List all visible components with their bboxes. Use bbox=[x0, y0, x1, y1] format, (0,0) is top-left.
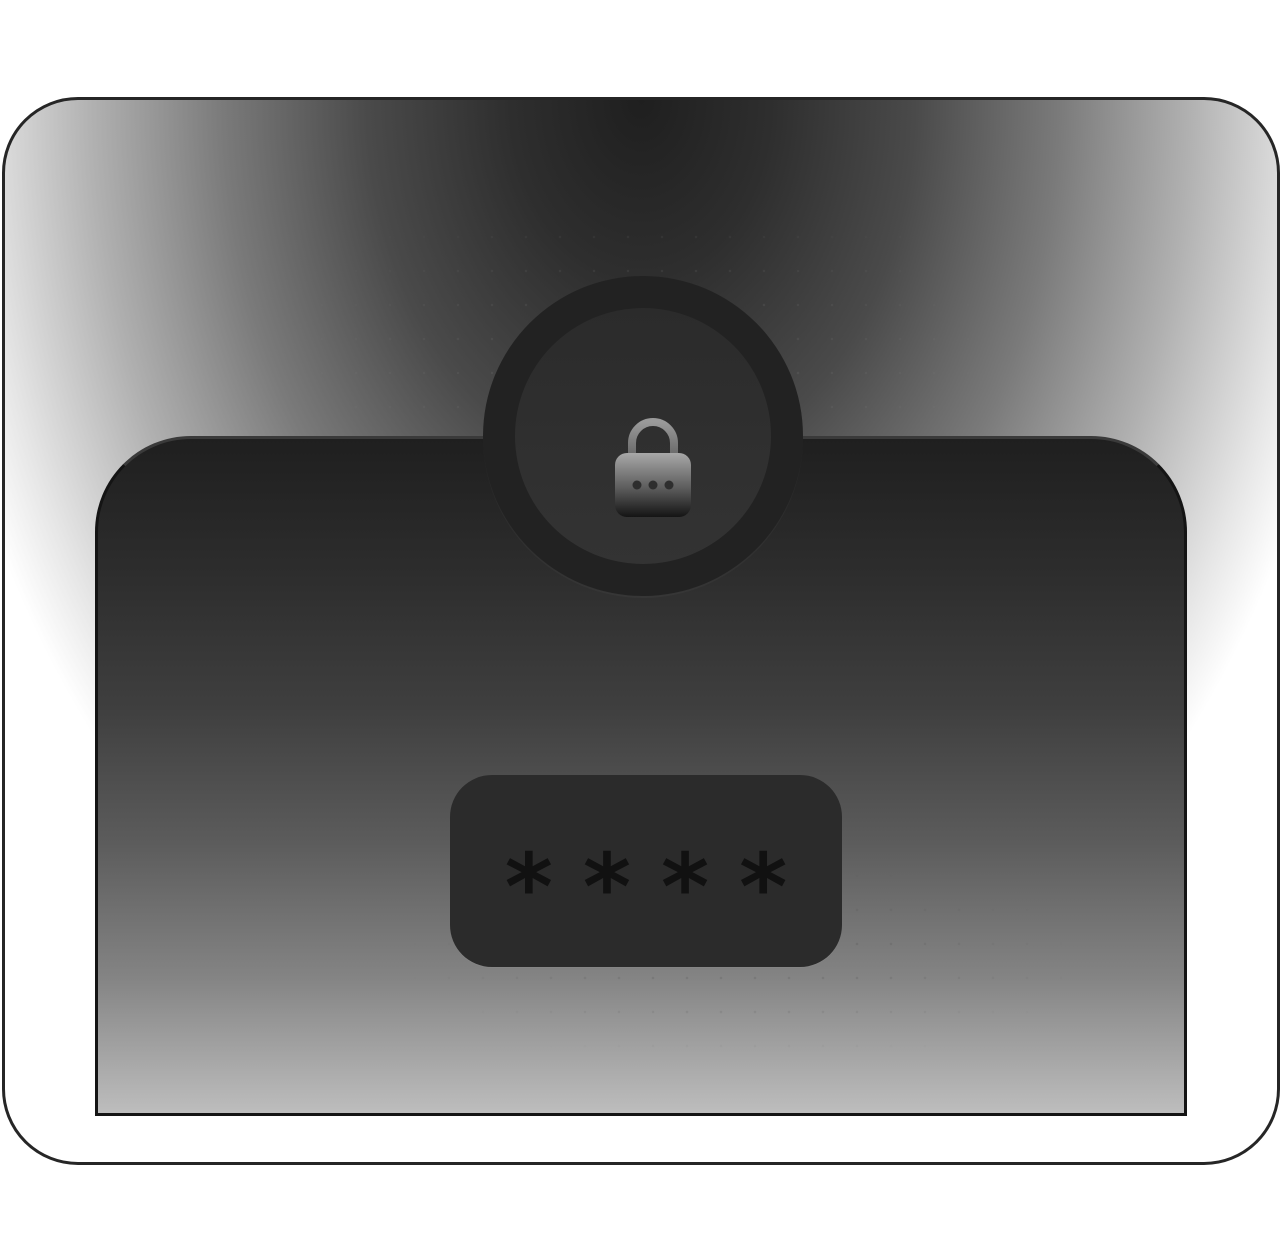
lock-screen: **** bbox=[0, 0, 1280, 1260]
lock-icon bbox=[615, 418, 691, 517]
passcode-field[interactable]: **** bbox=[450, 775, 842, 967]
passcode-masked-value: **** bbox=[504, 834, 818, 941]
lock-badge bbox=[483, 276, 803, 596]
lock-badge-disc bbox=[515, 308, 771, 564]
device-frame: **** bbox=[2, 97, 1280, 1165]
